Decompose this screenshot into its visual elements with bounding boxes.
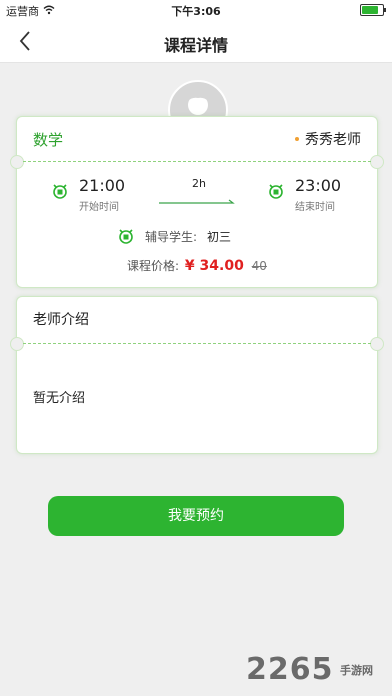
- price-label: 课程价格:: [127, 259, 180, 273]
- course-card: 数学 秀秀老师 21:00 开始时间 2h 23:00 结束时间 辅导学生: 初…: [10, 116, 384, 288]
- nav-bar: 课程详情: [0, 20, 392, 63]
- dashed-divider: [23, 343, 371, 344]
- price-row: 课程价格: ¥ 34.00 40: [17, 257, 377, 274]
- alarm-clock-icon: [51, 182, 69, 200]
- alarm-clock-icon: [267, 182, 285, 200]
- teacher-name: 秀秀老师: [305, 132, 361, 148]
- watermark-suffix: 手游网: [340, 664, 373, 677]
- book-button[interactable]: 我要预约: [48, 496, 344, 536]
- ticket-notch-left: [10, 337, 24, 351]
- teacher-intro-card: 老师介绍 暂无介绍: [10, 296, 384, 454]
- student-row: 辅导学生: 初三: [117, 227, 231, 245]
- end-time: 23:00: [295, 176, 342, 195]
- watermark-logo: 2265: [246, 652, 334, 687]
- battery-icon: [360, 4, 386, 16]
- duration-indicator: 2h: [159, 177, 239, 211]
- dot-icon: [295, 137, 299, 141]
- student-label: 辅导学生:: [145, 229, 198, 244]
- end-time-label: 结束时间: [295, 202, 335, 213]
- start-time-block: 21:00 开始时间: [51, 177, 125, 213]
- ticket-notch-right: [370, 155, 384, 169]
- price-current: ¥ 34.00: [184, 258, 244, 274]
- teacher-name-row: 秀秀老师: [295, 129, 361, 149]
- duration-text: 2h: [192, 177, 206, 190]
- status-time: 下午3:06: [171, 5, 221, 18]
- end-time-block: 23:00 结束时间: [267, 177, 341, 213]
- alarm-clock-icon: [117, 227, 135, 245]
- student-grade: 初三: [207, 229, 232, 244]
- arrow-right-icon: [159, 199, 235, 204]
- course-subject: 数学: [33, 131, 64, 149]
- page-title: 课程详情: [163, 36, 228, 55]
- ticket-notch-right: [370, 337, 384, 351]
- teacher-intro-text: 暂无介绍: [33, 391, 86, 406]
- status-bar: 运营商 下午3:06: [0, 0, 392, 20]
- teacher-intro-title: 老师介绍: [33, 312, 89, 328]
- price-original: 40: [251, 259, 267, 273]
- dashed-divider: [23, 161, 371, 162]
- ticket-notch-left: [10, 155, 24, 169]
- start-time: 21:00: [79, 176, 126, 195]
- start-time-label: 开始时间: [79, 202, 119, 213]
